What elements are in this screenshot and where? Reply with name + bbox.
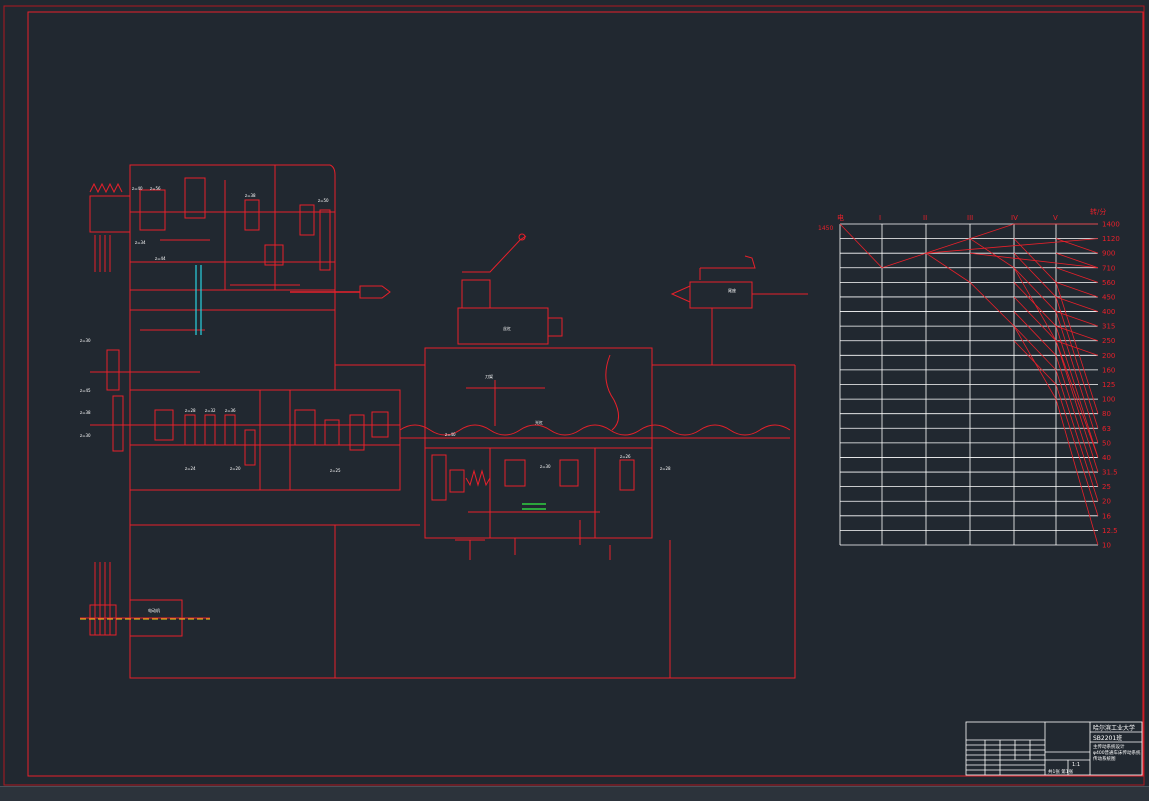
drawing-scale: 1:1 [1072, 762, 1080, 768]
svg-text:刀架: 刀架 [485, 373, 493, 379]
svg-text:丝杠: 丝杠 [503, 325, 511, 331]
status-bar [0, 786, 1149, 801]
green-gear-marks [522, 503, 546, 510]
speed-ray [1055, 311, 1099, 327]
drawing-title-2: φ400普通车床传动系统 [1093, 749, 1141, 756]
speed-ray [1055, 340, 1099, 356]
speed-ray [1055, 325, 1099, 342]
speed-label: 50 [1102, 439, 1111, 447]
speed-label: 80 [1102, 410, 1111, 418]
svg-text:z=50: z=50 [318, 198, 329, 203]
speed-label: 100 [1102, 396, 1115, 404]
sheet-info: 共1张 第1张 [1048, 768, 1074, 775]
transmission-schematic [80, 164, 808, 679]
shaft-label: IV [1011, 214, 1018, 222]
speed-ray [969, 238, 1099, 458]
svg-text:z=28: z=28 [185, 408, 196, 413]
speed-ray [839, 223, 1098, 269]
speed-label: 710 [1102, 264, 1115, 272]
speed-ray [969, 252, 1099, 269]
drawing-title-3: 传动系统图 [1093, 755, 1116, 762]
speed-label: 63 [1102, 425, 1111, 433]
shaft-label: I [879, 214, 881, 222]
speed-label: 315 [1102, 323, 1115, 331]
svg-text:z=56: z=56 [150, 186, 161, 191]
spindle-cyan-shafts [195, 265, 202, 335]
drawing-number: SB2201班 [1093, 734, 1122, 742]
speed-label: 250 [1102, 337, 1115, 345]
speed-label: 12.5 [1102, 527, 1118, 535]
svg-text:z=38: z=38 [245, 193, 256, 198]
school-name: 哈尔滨工业大学 [1093, 724, 1135, 732]
speed-label: 10 [1102, 542, 1111, 550]
speed-label: 560 [1102, 279, 1115, 287]
speed-unit-label: 转/分 [1090, 207, 1106, 216]
shaft-label: II [923, 214, 927, 222]
speed-label: 200 [1102, 352, 1115, 360]
svg-text:光杠: 光杠 [535, 419, 543, 425]
speed-diagram: 1400 1120 900 710 560 450 400 315 250 200 160 125 10… [818, 207, 1120, 550]
speed-label: 400 [1102, 308, 1115, 316]
speed-ray [1055, 238, 1099, 254]
motor-speed-label: 1450 [818, 225, 833, 232]
svg-text:z=34: z=34 [135, 240, 146, 245]
speed-label: 1400 [1102, 221, 1120, 229]
svg-text:z=26: z=26 [620, 454, 631, 459]
speed-label: 450 [1102, 293, 1115, 301]
cad-drawing-canvas[interactable]: z=40 z=56 z=38 z=50 z=34 z=44 z=30 z=45 z=38… [0, 0, 1149, 800]
speed-ray [1055, 296, 1099, 312]
speed-label: 20 [1102, 498, 1111, 506]
svg-text:z=24: z=24 [185, 466, 196, 471]
svg-text:z=30: z=30 [80, 338, 91, 343]
svg-text:z=25: z=25 [330, 468, 341, 473]
speed-label: 16 [1102, 512, 1111, 520]
svg-text:电动机: 电动机 [148, 607, 160, 613]
svg-text:z=38: z=38 [80, 410, 91, 415]
svg-text:z=44: z=44 [155, 256, 166, 261]
speed-label: 160 [1102, 366, 1115, 374]
svg-text:z=45: z=45 [80, 388, 91, 393]
shaft-label: 电 [837, 213, 844, 222]
svg-text:z=30: z=30 [80, 433, 91, 438]
svg-text:z=28: z=28 [660, 466, 671, 471]
speed-ray [1055, 281, 1099, 298]
drawing-title-1: 主传动系统设计 [1093, 743, 1125, 750]
svg-text:z=36: z=36 [225, 408, 236, 413]
svg-text:z=20: z=20 [230, 466, 241, 471]
svg-text:z=32: z=32 [205, 408, 216, 413]
speed-ray [1055, 267, 1099, 283]
speed-ray [925, 238, 1099, 254]
gear-labels: z=40 z=56 z=38 z=50 z=34 z=44 z=30 z=45 z=38… [80, 186, 736, 613]
svg-text:尾座: 尾座 [728, 287, 736, 293]
title-block: 哈尔滨工业大学 SB2201班 主传动系统设计 φ400普通车床传动系统 传动系… [965, 721, 1143, 776]
speed-label: 125 [1102, 381, 1115, 389]
speed-label: 900 [1102, 250, 1115, 258]
svg-text:z=30: z=30 [540, 464, 551, 469]
shaft-label: III [967, 214, 973, 222]
speed-label: 31.5 [1102, 469, 1118, 477]
svg-text:z=40: z=40 [445, 432, 456, 437]
speed-label: 25 [1102, 483, 1111, 491]
speed-label: 1120 [1102, 235, 1120, 243]
shaft-label: V [1053, 214, 1058, 222]
svg-text:z=40: z=40 [132, 186, 143, 191]
drawing-frame [3, 5, 1145, 786]
speed-label: 40 [1102, 454, 1111, 462]
